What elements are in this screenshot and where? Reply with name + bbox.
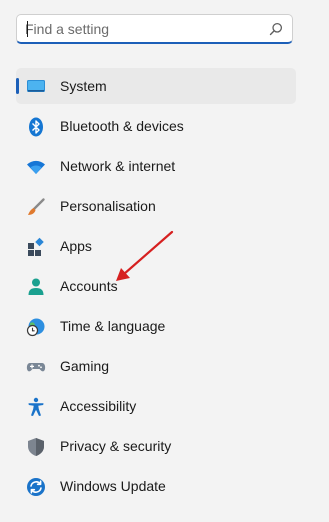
gamepad-icon (26, 357, 46, 377)
globe-clock-icon (26, 317, 46, 337)
accessibility-icon (26, 397, 46, 417)
sidebar-item-label: Windows Update (60, 478, 166, 494)
sidebar-item-network[interactable]: Network & internet (16, 148, 296, 184)
sidebar-item-system[interactable]: System (16, 68, 296, 104)
bluetooth-icon (26, 117, 46, 137)
person-icon (26, 277, 46, 297)
sidebar-item-gaming[interactable]: Gaming (16, 348, 296, 384)
apps-icon (26, 237, 46, 257)
sidebar-item-label: Time & language (60, 318, 166, 334)
sidebar-item-label: System (60, 78, 107, 94)
selection-indicator (16, 78, 19, 94)
sidebar-item-label: Accounts (60, 278, 118, 294)
sidebar-item-label: Apps (60, 238, 92, 254)
sidebar-item-label: Gaming (60, 358, 110, 374)
text-caret (27, 21, 28, 37)
sidebar-item-apps[interactable]: Apps (16, 228, 296, 264)
paintbrush-icon (26, 197, 46, 217)
sidebar-item-privacy-security[interactable]: Privacy & security (16, 428, 296, 464)
search-input[interactable] (25, 19, 255, 39)
sidebar-item-label: Network & internet (60, 158, 176, 174)
update-icon (26, 477, 46, 497)
sidebar-item-personalisation[interactable]: Personalisation (16, 188, 296, 224)
sidebar-item-windows-update[interactable]: Windows Update (16, 468, 296, 504)
shield-icon (26, 437, 46, 457)
wifi-icon (26, 157, 46, 177)
search-icon[interactable] (269, 22, 283, 36)
monitor-icon (26, 77, 46, 97)
sidebar-item-bluetooth[interactable]: Bluetooth & devices (16, 108, 296, 144)
sidebar-item-accessibility[interactable]: Accessibility (16, 388, 296, 424)
sidebar-item-accounts[interactable]: Accounts (16, 268, 296, 304)
sidebar-item-label: Accessibility (60, 398, 137, 414)
settings-nav: System Bluetooth & devices Network & int… (16, 68, 296, 508)
sidebar-item-time-language[interactable]: Time & language (16, 308, 296, 344)
sidebar-item-label: Privacy & security (60, 438, 172, 454)
sidebar-item-label: Personalisation (60, 198, 156, 214)
sidebar-item-label: Bluetooth & devices (60, 118, 184, 134)
search-box[interactable] (16, 14, 293, 44)
